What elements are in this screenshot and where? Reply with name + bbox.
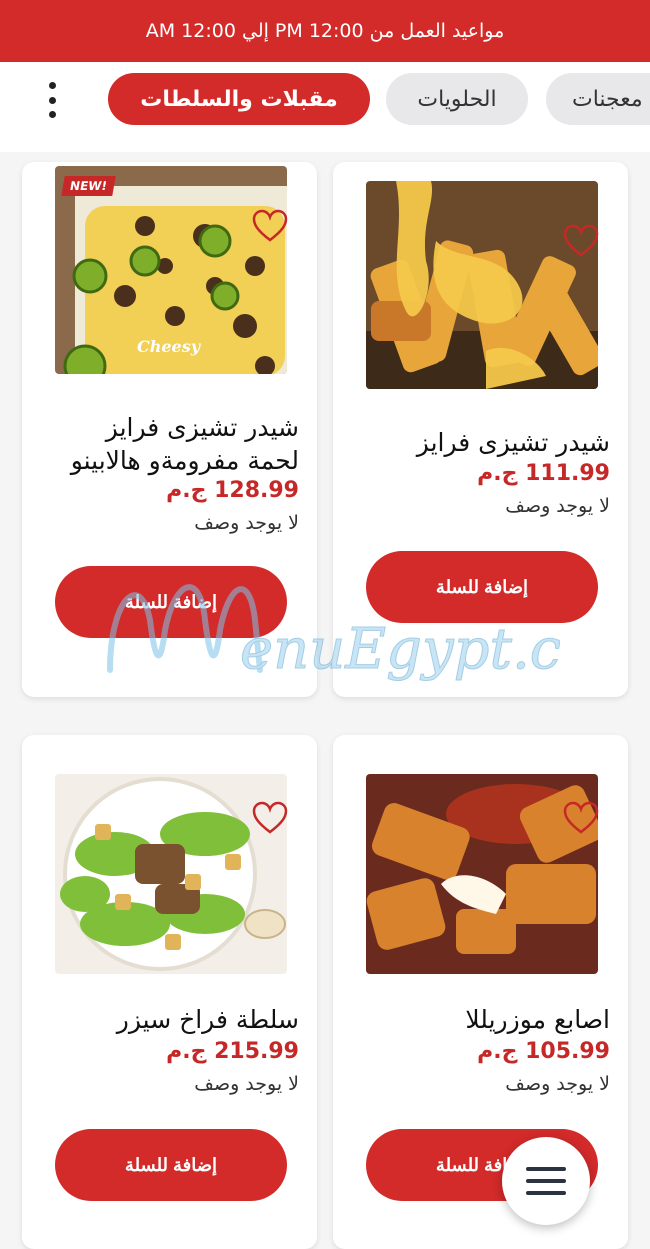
favorite-heart-icon[interactable]: [563, 224, 599, 258]
product-description: لا يوجد وصف: [505, 495, 610, 517]
product-title: سلطة فراخ سيزر: [116, 1005, 299, 1034]
product-description: لا يوجد وصف: [505, 1073, 610, 1095]
product-description: لا يوجد وصف: [194, 1073, 299, 1095]
add-to-cart-button[interactable]: إضافة للسلة: [366, 551, 598, 623]
image-caption: Cheesy: [137, 337, 201, 356]
product-card: شيدر تشيزى فرايز 111.99 ج.م لا يوجد وصف …: [333, 162, 628, 697]
product-title: اصابع موزريللا: [465, 1005, 610, 1034]
tab-appetizers-salads[interactable]: مقبلات والسلطات: [108, 73, 370, 125]
favorite-heart-icon[interactable]: [252, 801, 288, 835]
product-image[interactable]: NEW! Cheesy: [55, 166, 287, 374]
product-price: 128.99 ج.م: [166, 478, 299, 503]
tab-desserts[interactable]: الحلويات: [386, 73, 528, 125]
product-image[interactable]: [366, 181, 598, 389]
favorite-heart-icon[interactable]: [252, 209, 288, 243]
more-options-icon[interactable]: [38, 82, 66, 118]
badge-text: NEW!: [68, 179, 109, 193]
product-title: شيدر تشيزى فرايز لحمة مفرومةو هالابينو: [70, 413, 299, 475]
favorite-heart-icon[interactable]: [563, 801, 599, 835]
product-card: NEW! Cheesy شيدر تشيزى فرايز لحمة مفرومة…: [22, 162, 317, 697]
product-price: 111.99 ج.م: [477, 461, 610, 486]
working-hours-bar: مواعيد العمل من 12:00 PM إلي 12:00 AM: [0, 0, 650, 62]
product-card: سلطة فراخ سيزر 215.99 ج.م لا يوجد وصف إض…: [22, 735, 317, 1249]
add-to-cart-button[interactable]: إضافة للسلة: [55, 1129, 287, 1201]
product-description: لا يوجد وصف: [194, 512, 299, 534]
product-title: شيدر تشيزى فرايز: [416, 428, 610, 457]
product-price: 215.99 ج.م: [166, 1039, 299, 1064]
product-price: 105.99 ج.م: [477, 1039, 610, 1064]
tab-label: الحلويات: [417, 86, 497, 112]
working-hours-text: مواعيد العمل من 12:00 PM إلي 12:00 AM: [145, 20, 505, 42]
hamburger-menu-button[interactable]: [502, 1137, 590, 1225]
tab-label: معجنات: [572, 86, 643, 112]
new-badge: NEW!: [61, 176, 116, 196]
add-to-cart-button[interactable]: إضافة للسلة: [55, 566, 287, 638]
tab-label: مقبلات والسلطات: [140, 86, 338, 112]
tab-pastries[interactable]: معجنات: [546, 73, 650, 125]
category-tabs: مقبلات والسلطات الحلويات معجنات: [0, 62, 650, 152]
